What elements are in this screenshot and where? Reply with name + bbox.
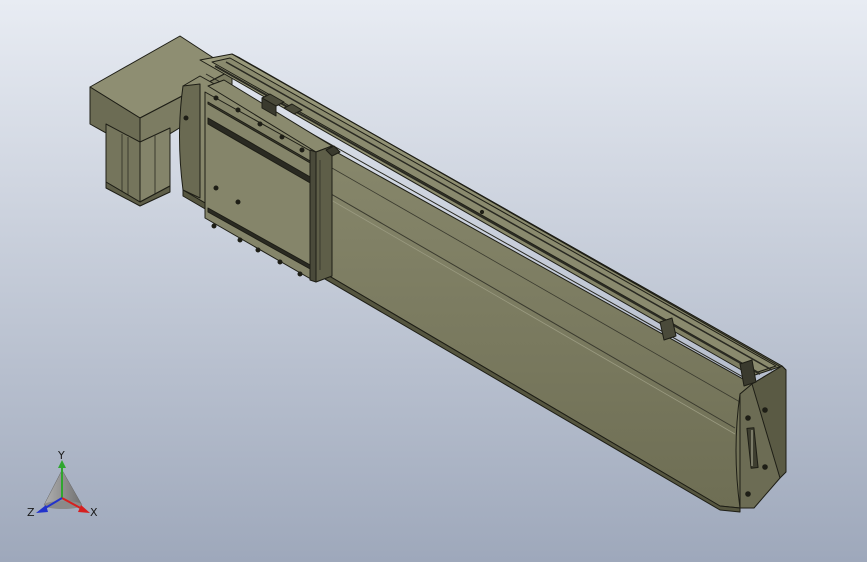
cad-viewport[interactable]: Y X Z (0, 0, 867, 562)
x-axis-label: X (90, 506, 98, 519)
z-axis-label: Z (27, 506, 35, 519)
y-axis-label: Y (57, 449, 65, 462)
